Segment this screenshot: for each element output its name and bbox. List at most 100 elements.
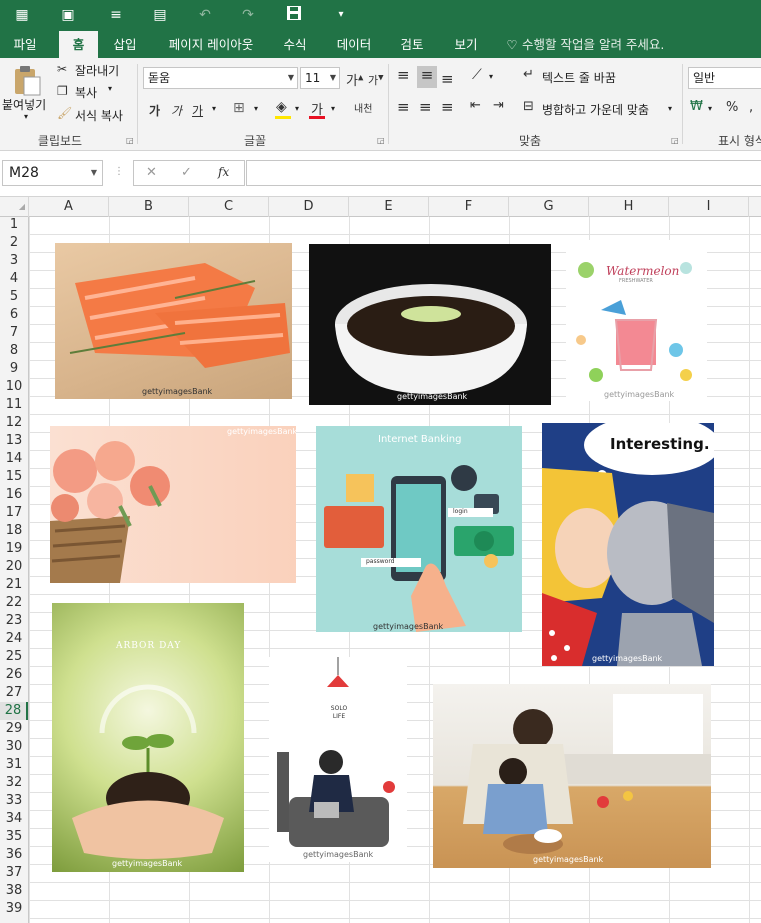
copy-icon[interactable]: ❐ — [57, 84, 68, 98]
column-header-e[interactable]: E — [349, 197, 429, 217]
tell-me-box[interactable]: 수행할 작업을 알려 주세요. — [522, 31, 664, 58]
currency-icon[interactable]: ₩ — [690, 99, 703, 114]
decrease-font-icon[interactable]: 가▼ — [368, 72, 384, 88]
select-all-button[interactable]: ◢ — [0, 197, 29, 217]
merge-icon[interactable]: ⊟ — [523, 99, 534, 114]
column-header-f[interactable]: F — [429, 197, 509, 217]
scissors-icon[interactable]: ✂ — [57, 62, 67, 76]
save-icon[interactable] — [283, 5, 305, 25]
row-header[interactable]: 26 — [0, 666, 28, 684]
row-header[interactable]: 25 — [0, 648, 28, 666]
row-header[interactable]: 34 — [0, 810, 28, 828]
bold-button[interactable]: 가 — [149, 102, 160, 119]
align-icon[interactable]: ≡ — [105, 5, 127, 25]
row-header[interactable]: 16 — [0, 486, 28, 504]
orientation-icon[interactable]: ⟋ — [472, 67, 482, 83]
row-header[interactable]: 3 — [0, 252, 28, 270]
row-header[interactable]: 39 — [0, 900, 28, 918]
jajangmyeon-image[interactable]: gettyimagesBank — [309, 244, 551, 405]
column-header-g[interactable]: G — [509, 197, 589, 217]
align-left-icon[interactable]: ≡ — [397, 98, 410, 116]
format-painter-icon[interactable]: 🖌 — [57, 106, 72, 120]
row-header[interactable]: 18 — [0, 522, 28, 540]
copy-dropdown-icon[interactable]: ▾ — [108, 84, 112, 93]
orientation-dropdown-icon[interactable]: ▾ — [489, 72, 493, 81]
row-header[interactable]: 33 — [0, 792, 28, 810]
internet-banking-image[interactable]: Internet Banking login password gettyima… — [316, 426, 522, 632]
column-header-h[interactable]: H — [589, 197, 669, 217]
salmon-image[interactable]: gettyimagesBank — [55, 243, 292, 399]
tab-data[interactable]: 데이터 — [328, 31, 380, 58]
font-name-combo[interactable]: 돋움 ▼ — [143, 67, 298, 89]
form-icon[interactable]: ▤ — [149, 5, 171, 25]
row-header[interactable]: 6 — [0, 306, 28, 324]
arbor-day-image[interactable]: ARBOR DAY gettyimagesBank — [52, 603, 244, 872]
row-header[interactable]: 19 — [0, 540, 28, 558]
align-middle-icon[interactable]: ≡ — [417, 66, 437, 88]
tulips-image[interactable]: gettyimagesBank — [50, 426, 296, 583]
phonetic-button[interactable]: 내천 — [354, 100, 372, 115]
row-header[interactable]: 22 — [0, 594, 28, 612]
customize-qat-icon[interactable]: ▾ — [330, 5, 352, 25]
tab-view[interactable]: 보기 — [444, 31, 488, 58]
font-size-combo[interactable]: 11 ▼ — [300, 67, 340, 89]
row-header[interactable]: 28 — [0, 702, 28, 720]
tab-page-layout[interactable]: 페이지 레이아웃 — [158, 31, 264, 58]
pop-art-robot-image[interactable]: Interesting. gettyimagesBank — [542, 423, 714, 666]
tab-home[interactable]: 홈 — [59, 31, 98, 58]
solo-life-image[interactable]: SOLO LIFE gettyimagesBank — [269, 657, 407, 862]
cut-button[interactable]: 잘라내기 — [75, 62, 119, 79]
border-dropdown-icon[interactable]: ▾ — [254, 104, 258, 113]
row-header[interactable]: 21 — [0, 576, 28, 594]
tab-insert[interactable]: 삽입 — [104, 31, 146, 58]
undo-icon[interactable]: ↶ — [194, 5, 216, 25]
row-header[interactable]: 4 — [0, 270, 28, 288]
align-right-icon[interactable]: ≡ — [441, 98, 454, 116]
autosave-icon[interactable]: ▦ — [11, 5, 33, 25]
row-header[interactable]: 37 — [0, 864, 28, 882]
row-header[interactable]: 36 — [0, 846, 28, 864]
font-color-dropdown-icon[interactable]: ▾ — [331, 104, 335, 113]
wrap-text-button[interactable]: 텍스트 줄 바꿈 — [542, 69, 616, 86]
row-header[interactable]: 14 — [0, 450, 28, 468]
column-header-a[interactable]: A — [29, 197, 109, 217]
row-header[interactable]: 30 — [0, 738, 28, 756]
fill-color-dropdown-icon[interactable]: ▾ — [295, 104, 299, 113]
column-header-c[interactable]: C — [189, 197, 269, 217]
percent-button[interactable]: % — [726, 100, 738, 115]
row-header[interactable]: 12 — [0, 414, 28, 432]
row-header[interactable]: 27 — [0, 684, 28, 702]
row-header[interactable]: 38 — [0, 882, 28, 900]
enter-button[interactable]: ✓ — [181, 165, 192, 180]
column-header-b[interactable]: B — [109, 197, 189, 217]
row-header[interactable]: 8 — [0, 342, 28, 360]
row-header[interactable]: 15 — [0, 468, 28, 486]
row-header[interactable]: 10 — [0, 378, 28, 396]
father-child-cooking-image[interactable]: gettyimagesBank — [433, 684, 711, 868]
copy-button[interactable]: 복사 — [75, 84, 97, 101]
paste-button[interactable]: 붙여넣기 — [2, 96, 46, 113]
clipboard-launcher-icon[interactable]: ◲ — [126, 136, 134, 145]
increase-font-icon[interactable]: 가▲ — [346, 70, 363, 89]
alignment-launcher-icon[interactable]: ◲ — [671, 136, 679, 145]
row-header[interactable]: 31 — [0, 756, 28, 774]
merge-center-button[interactable]: 병합하고 가운데 맞춤 — [542, 101, 649, 118]
underline-dropdown-icon[interactable]: ▾ — [212, 104, 216, 113]
redo-icon[interactable]: ↷ — [237, 5, 259, 25]
increase-indent-icon[interactable]: ⇥ — [493, 98, 504, 113]
underline-button[interactable]: 가 — [192, 102, 203, 119]
column-header-i[interactable]: I — [669, 197, 749, 217]
row-header[interactable]: 23 — [0, 612, 28, 630]
fill-color-icon[interactable]: ◈ — [276, 99, 287, 115]
tab-formulas[interactable]: 수식 — [274, 31, 316, 58]
border-icon[interactable]: ⊞ — [233, 100, 245, 116]
touch-mode-icon[interactable]: ▣ — [57, 5, 79, 25]
font-launcher-icon[interactable]: ◲ — [377, 136, 385, 145]
column-header-d[interactable]: D — [269, 197, 349, 217]
tab-file[interactable]: 파일 — [0, 31, 50, 58]
number-format-combo[interactable]: 일반 — [688, 67, 761, 89]
align-bottom-icon[interactable]: ≡ — [441, 70, 454, 88]
row-header[interactable]: 32 — [0, 774, 28, 792]
row-header[interactable]: 35 — [0, 828, 28, 846]
paste-dropdown-icon[interactable]: ▾ — [24, 112, 28, 121]
